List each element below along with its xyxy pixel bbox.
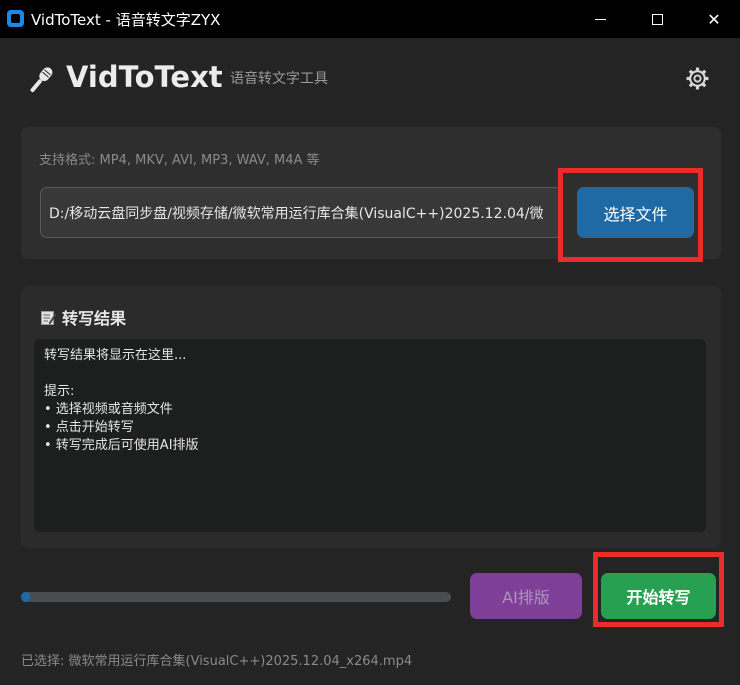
supported-formats-label: 支持格式: MP4, MKV, AVI, MP3, WAV, M4A 等 bbox=[39, 153, 320, 168]
choose-file-highlight bbox=[558, 168, 703, 262]
selected-file-status: 已选择: 微软常用运行库合集(VisualC++)2025.12.04_x264… bbox=[21, 654, 413, 669]
app-name: VidToText bbox=[66, 60, 223, 94]
maximize-icon bbox=[651, 13, 663, 25]
progress-fill bbox=[21, 592, 30, 602]
memo-icon bbox=[41, 311, 57, 325]
ai-format-button[interactable]: AI排版 bbox=[470, 573, 582, 619]
minimize-icon bbox=[594, 18, 606, 20]
close-button[interactable]: ✕ bbox=[686, 0, 740, 38]
window-title: VidToText - 语音转文字ZYX bbox=[31, 11, 221, 29]
start-button-highlight bbox=[593, 552, 724, 627]
progress-bar bbox=[21, 592, 451, 602]
app-window-icon bbox=[7, 10, 24, 27]
result-title: 转写结果 bbox=[62, 309, 127, 328]
result-text-line: • 选择视频或音频文件 bbox=[44, 402, 173, 417]
result-text-line: 提示: bbox=[44, 384, 75, 399]
microphone-icon bbox=[30, 67, 53, 93]
gear-icon[interactable] bbox=[685, 66, 710, 91]
title-bar: VidToText - 语音转文字ZYX ✕ bbox=[0, 0, 740, 38]
minimize-button[interactable] bbox=[572, 0, 628, 38]
maximize-button[interactable] bbox=[629, 0, 685, 38]
result-text-line: 转写结果将显示在这里... bbox=[44, 348, 187, 363]
result-text-line: • 转写完成后可使用AI排版 bbox=[44, 438, 199, 453]
result-text-line: • 点击开始转写 bbox=[44, 420, 134, 435]
result-text-line bbox=[44, 365, 696, 383]
app-subtitle: 语音转文字工具 bbox=[230, 71, 328, 87]
result-textbox[interactable]: 转写结果将显示在这里... 提示: • 选择视频或音频文件 • 点击开始转写 •… bbox=[34, 339, 706, 532]
close-icon: ✕ bbox=[707, 9, 721, 29]
file-path-input[interactable] bbox=[40, 187, 562, 238]
